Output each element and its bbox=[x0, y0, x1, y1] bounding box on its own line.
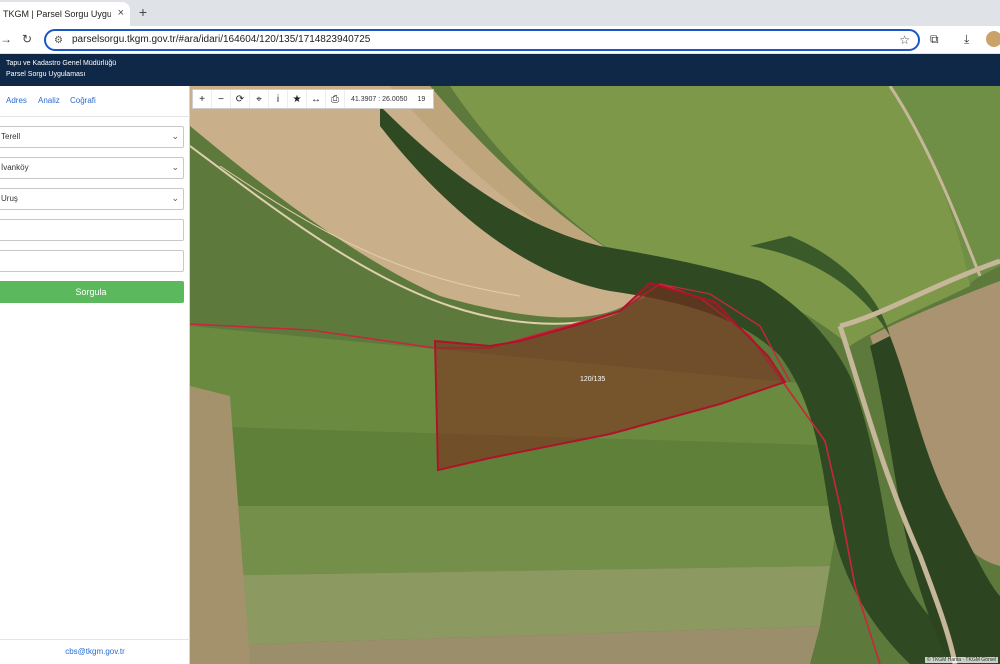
reload-icon[interactable]: ↻ bbox=[22, 32, 32, 46]
browser-toolbar: → ↻ ⚙ parselsorgu.tkgm.gov.tr/#ara/idari… bbox=[0, 26, 1000, 54]
map-view[interactable]: + − ⟳ ⌖ i ★ ↔ ⎙ 41.3907 : 26.0050 19 120… bbox=[190, 86, 1000, 664]
browser-tab-bar: TKGM | Parsel Sorgu Uygulama × + bbox=[0, 0, 1000, 26]
bookmark-star-icon[interactable]: ☆ bbox=[899, 33, 910, 47]
org-name: Tapu ve Kadastro Genel Müdürlüğü bbox=[6, 60, 117, 67]
refresh-icon[interactable]: ⟳ bbox=[231, 90, 250, 108]
contact-email-link[interactable]: cbs@tkgm.gov.tr bbox=[0, 647, 190, 656]
coordinate-readout: 41.3907 : 26.0050 bbox=[351, 95, 408, 103]
map-attribution: © TKGM Harita · TKGM Görsel bbox=[924, 657, 998, 663]
extensions-icon[interactable]: ⧉ bbox=[930, 32, 939, 47]
print-icon[interactable]: ⎙ bbox=[326, 90, 345, 108]
tab-adres[interactable]: Adres bbox=[6, 96, 27, 105]
divider bbox=[0, 639, 190, 640]
measure-icon[interactable]: ↔ bbox=[307, 90, 326, 108]
site-settings-icon[interactable]: ⚙ bbox=[54, 35, 66, 46]
block-input[interactable] bbox=[0, 219, 184, 241]
tab-cografi[interactable]: Coğrafi bbox=[70, 96, 96, 105]
parcel-input[interactable] bbox=[0, 250, 184, 272]
parcel-label[interactable]: 120/135 bbox=[580, 376, 605, 383]
neighborhood-value: Uruş bbox=[1, 194, 18, 203]
avatar[interactable] bbox=[986, 31, 1000, 47]
satellite-imagery bbox=[190, 86, 1000, 664]
chevron-down-icon: ⌄ bbox=[171, 193, 179, 203]
divider bbox=[0, 116, 190, 117]
favorite-star-icon[interactable]: ★ bbox=[288, 90, 307, 108]
new-tab-button[interactable]: + bbox=[135, 4, 151, 20]
zoom-level: 19 bbox=[417, 95, 426, 103]
chevron-down-icon: ⌄ bbox=[171, 131, 179, 141]
tab-title: TKGM | Parsel Sorgu Uygulama bbox=[3, 9, 111, 19]
query-button[interactable]: Sorgula bbox=[0, 281, 184, 303]
district-value: İvanköy bbox=[1, 163, 29, 172]
download-icon[interactable]: ⤓ bbox=[964, 32, 969, 47]
district-select[interactable]: İvanköy ⌄ bbox=[0, 157, 184, 179]
sidebar: Adres Analiz Coğrafi Terell ⌄ İvanköy ⌄ … bbox=[0, 86, 190, 664]
url-text[interactable]: parselsorgu.tkgm.gov.tr/#ara/idari/16460… bbox=[72, 34, 370, 45]
chevron-down-icon: ⌄ bbox=[171, 162, 179, 172]
address-bar[interactable]: ⚙ parselsorgu.tkgm.gov.tr/#ara/idari/164… bbox=[44, 29, 920, 51]
app-name: Parsel Sorgu Uygulaması bbox=[6, 71, 86, 78]
zoom-out-icon[interactable]: − bbox=[212, 90, 231, 108]
province-value: Terell bbox=[1, 132, 21, 141]
map-toolbar: + − ⟳ ⌖ i ★ ↔ ⎙ 41.3907 : 26.0050 19 bbox=[192, 89, 435, 109]
close-icon[interactable]: × bbox=[118, 7, 124, 19]
locate-icon[interactable]: ⌖ bbox=[250, 90, 269, 108]
forward-icon[interactable]: → bbox=[0, 32, 12, 46]
neighborhood-select[interactable]: Uruş ⌄ bbox=[0, 188, 184, 210]
app-header: Tapu ve Kadastro Genel Müdürlüğü Parsel … bbox=[0, 54, 1000, 86]
browser-tab[interactable]: TKGM | Parsel Sorgu Uygulama × bbox=[0, 2, 130, 26]
tab-analiz[interactable]: Analiz bbox=[38, 96, 60, 105]
info-icon[interactable]: i bbox=[269, 90, 288, 108]
province-select[interactable]: Terell ⌄ bbox=[0, 126, 184, 148]
zoom-in-icon[interactable]: + bbox=[193, 90, 212, 108]
